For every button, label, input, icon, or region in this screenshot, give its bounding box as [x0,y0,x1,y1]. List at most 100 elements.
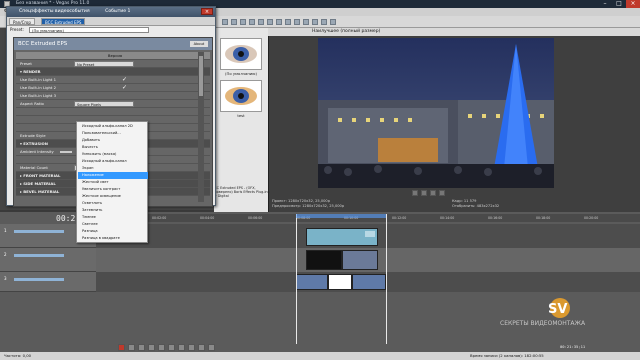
fx-header: BCC Extruded EPS [14,38,212,50]
context-menu-item[interactable]: Разница [78,228,148,235]
video-clip-main-a[interactable] [296,274,328,290]
open-icon[interactable] [231,19,237,25]
preview-stop-icon[interactable] [430,190,436,196]
redo-icon[interactable] [267,19,273,25]
context-menu-item[interactable]: Разница в квадрате [78,235,148,242]
undo-icon[interactable] [258,19,264,25]
end-time: 00:21:35;11 [560,344,586,349]
tab-pan-crop[interactable]: Pan/Crop [9,18,35,25]
track-number: 1 [4,228,7,233]
dialog-preset-select[interactable]: (По умолчанию) [29,27,149,33]
display-label: Отобразить: [452,204,476,208]
ruler-tick-label: 00:04:00 [200,216,215,220]
context-menu-item[interactable]: Исходный альфа-канал [78,158,148,165]
dialog-close-button[interactable]: × [201,8,213,15]
fx-scrollbar[interactable] [198,52,204,202]
section-label: RENDER [23,69,41,74]
transport-controls [118,344,288,352]
fx-extrude-style-label: Extrude Style [20,133,46,138]
context-menu-item[interactable]: Затемнить [78,207,148,214]
fx-section-render[interactable]: ▾ RENDER [16,68,210,76]
preview-toolbar: Наилучшее (полный размер) [268,28,640,36]
preview-quality[interactable]: Наилучшее (полный размер) [312,29,380,34]
loop-region[interactable] [296,214,386,218]
clip-fx-icon[interactable] [365,231,375,237]
help-icon[interactable] [330,19,336,25]
preview-record-icon[interactable] [412,190,418,196]
context-menu-item[interactable]: Темнее [78,214,148,221]
properties-icon[interactable] [321,19,327,25]
context-menu-item[interactable]: Осветлить [78,200,148,207]
fx-aspect-select[interactable]: Square Pixels [74,101,134,107]
go-end-icon[interactable] [208,344,215,351]
paste-icon[interactable] [294,19,300,25]
save-icon[interactable] [240,19,246,25]
context-menu-item[interactable]: Добавить [78,137,148,144]
copy-icon[interactable] [285,19,291,25]
preview-play-icon[interactable] [421,190,427,196]
preset-thumbnail-default[interactable] [220,38,262,70]
fx-light3-label: Use Built-in Light 3 [20,93,57,98]
watermark: SV СЕКРЕТЫ ВИДЕОМОНТАЖА [500,298,640,328]
video-clip-main-c[interactable] [352,274,386,290]
track-header-video-3[interactable]: 3 [0,272,96,292]
dialog-title-bar[interactable]: Спецэффекты видеособытия Событие 1 [7,7,215,17]
minimize-icon[interactable]: – [598,0,612,8]
track-level-slider[interactable] [14,254,64,257]
preview-project-info: Проект: 1280x720x32, 25,000p [272,199,330,204]
tab-bcc-extruded[interactable]: BCC Extruded EPS [41,18,86,25]
preview-loop-icon[interactable] [439,190,445,196]
fx-header-title: BCC Extruded EPS [18,41,68,47]
delete-icon[interactable] [303,19,309,25]
plugin-note: BCC Extruded EPS - (OFX, Проверено) Bori… [212,186,270,198]
ruler-tick-label: 00:14:00 [440,216,455,220]
fx-about-button[interactable]: About [190,41,208,47]
context-menu-item[interactable]: Экран [78,165,148,172]
video-preview[interactable] [318,38,554,188]
render-icon[interactable] [249,19,255,25]
prev-frame-icon[interactable] [178,344,185,351]
frame-value: 11 579 [463,199,477,203]
preview-preview-info: Предпросмотр: 1280x720x32, 25,000p [272,204,344,209]
context-menu-item[interactable]: Светлее [78,221,148,228]
fx-preset-select[interactable]: No Preset [74,61,134,67]
new-icon[interactable] [222,19,228,25]
fx-ambient-slider[interactable] [60,151,72,153]
context-menu-item[interactable]: Пользовательский... [78,130,148,137]
context-menu-item[interactable]: Наложение [78,172,148,179]
stop-icon[interactable] [168,344,175,351]
track-header-video-2[interactable]: 2 [0,248,96,272]
next-frame-icon[interactable] [188,344,195,351]
video-clip-main-b[interactable] [328,274,352,290]
context-menu-item[interactable]: Жесткий свет [78,179,148,186]
check-icon[interactable]: ✓ [122,85,128,91]
maximize-icon[interactable]: □ [612,0,626,8]
trim-icon[interactable] [312,19,318,25]
record-icon[interactable] [118,344,125,351]
go-start-icon[interactable] [198,344,205,351]
context-menu-item[interactable]: Вычесть [78,144,148,151]
play-icon[interactable] [148,344,155,351]
selection-start-marker[interactable] [296,214,297,344]
checkbox-icon[interactable] [122,93,128,99]
fx-scrollbar-thumb[interactable] [199,56,203,96]
play-from-start-icon[interactable] [138,344,145,351]
context-menu-item[interactable]: Исходный альфа-канал 2D [78,123,148,130]
context-menu-item[interactable]: Увеличить контраст [78,186,148,193]
preset-thumbnail-test[interactable] [220,80,262,112]
track-level-slider[interactable] [14,230,64,233]
video-clip-black[interactable] [306,250,342,270]
context-menu-item[interactable]: Умножить (маска) [78,151,148,158]
fx-ambient-label: Ambient Intensity [20,149,54,154]
track-level-slider[interactable] [14,278,64,281]
fx-version-button[interactable]: Версия [16,52,210,60]
video-clip-thumb[interactable] [342,250,378,270]
selection-end-marker[interactable] [386,214,387,344]
close-icon[interactable]: × [626,0,640,8]
cut-icon[interactable] [276,19,282,25]
loop-icon[interactable] [128,344,135,351]
check-icon[interactable]: ✓ [122,77,128,83]
pause-icon[interactable] [158,344,165,351]
video-clip-overlay[interactable] [306,228,378,246]
context-menu-item[interactable]: Жесткое освещение [78,193,148,200]
